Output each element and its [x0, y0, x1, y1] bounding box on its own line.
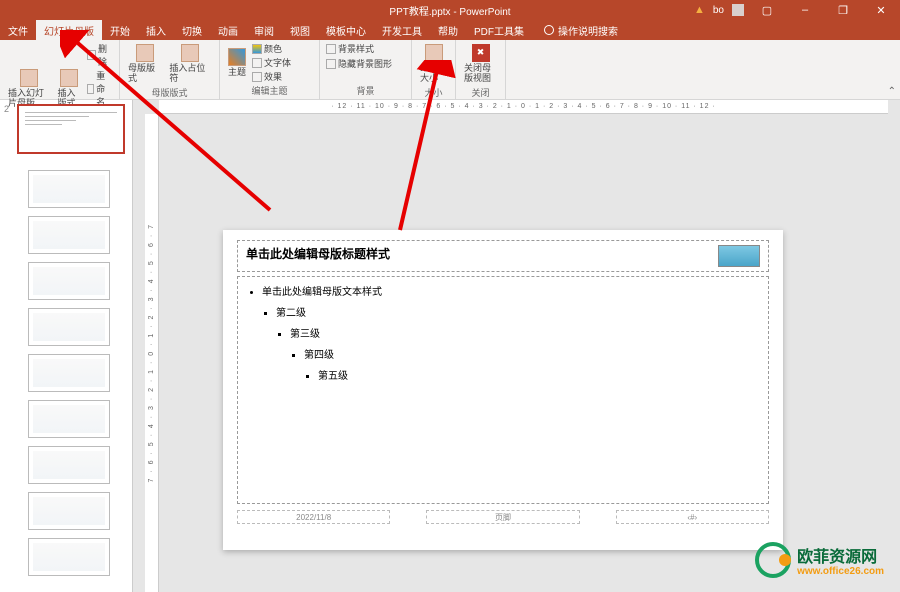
fonts-button[interactable]: 文字体: [252, 56, 291, 69]
colors-button[interactable]: 颜色: [252, 42, 291, 55]
body-level-1: 单击此处编辑母版文本样式: [262, 283, 758, 298]
slide-editor[interactable]: · 12 · 11 · 10 · 9 · 8 · 7 · 6 · 5 · 4 ·…: [133, 100, 900, 592]
tab-review[interactable]: 审阅: [246, 20, 282, 40]
rename-button[interactable]: 重命名: [87, 69, 113, 108]
effects-button[interactable]: 效果: [252, 70, 291, 83]
group-master-layout: 母版版式 插入占位符 母版版式: [120, 40, 220, 99]
bulb-icon: [544, 25, 554, 35]
master-thumbnail-selected[interactable]: [17, 104, 125, 154]
warning-icon[interactable]: ▲: [694, 4, 705, 16]
slide-size-button[interactable]: 幻灯片大小: [418, 42, 449, 86]
footer-placeholder[interactable]: 页脚: [426, 510, 579, 524]
layout-thumbnail[interactable]: [28, 308, 110, 346]
layout-thumbnail[interactable]: [28, 354, 110, 392]
restore-button[interactable]: ❐: [828, 0, 858, 20]
layout-thumbnail[interactable]: [28, 492, 110, 530]
group-label-close: 关闭: [462, 86, 499, 99]
layout-thumbnail[interactable]: [28, 446, 110, 484]
ribbon-tabs: 文件 幻灯片母版 开始 插入 切换 动画 审阅 视图 模板中心 开发工具 帮助 …: [0, 20, 900, 40]
slide-number-placeholder[interactable]: ‹#›: [616, 510, 769, 524]
themes-button[interactable]: 主题: [226, 42, 248, 84]
master-layout-button[interactable]: 母版版式: [126, 42, 163, 86]
group-close: ✖关闭母版视图 关闭: [456, 40, 506, 99]
group-background: 背景样式 隐藏背景图形 背景: [320, 40, 412, 99]
body-placeholder[interactable]: 单击此处编辑母版文本样式 第二级 第三级 第四级 第五级: [237, 276, 769, 504]
tab-developer[interactable]: 开发工具: [374, 20, 430, 40]
group-label-master-layout: 母版版式: [126, 86, 213, 99]
watermark-logo-icon: [755, 542, 791, 578]
watermark-name: 欧菲资源网: [797, 549, 877, 566]
ribbon-display-icon[interactable]: ▢: [752, 0, 782, 20]
tab-pdf-tools[interactable]: PDF工具集: [466, 20, 532, 40]
insert-placeholder-button[interactable]: 插入占位符: [167, 42, 213, 86]
group-edit-master: 插入幻灯片母版 插入版式 删除 重命名 保留 编辑母版: [0, 40, 120, 99]
group-edit-theme: 主题 颜色 文字体 效果 编辑主题: [220, 40, 320, 99]
tab-home[interactable]: 开始: [102, 20, 138, 40]
group-label-background: 背景: [326, 84, 405, 97]
collapse-ribbon-icon[interactable]: ⌃: [888, 86, 896, 97]
vertical-ruler: 7 · 6 · 5 · 4 · 3 · 2 · 1 · 0 · 1 · 2 · …: [145, 114, 159, 592]
layout-thumbnail[interactable]: [28, 538, 110, 576]
group-size: 幻灯片大小 大小: [412, 40, 456, 99]
date-placeholder[interactable]: 2022/11/8: [237, 510, 390, 524]
tab-slide-master[interactable]: 幻灯片母版: [36, 20, 102, 40]
close-master-view-button[interactable]: ✖关闭母版视图: [462, 42, 499, 86]
close-button[interactable]: ✕: [866, 0, 896, 20]
layout-thumbnail[interactable]: [28, 216, 110, 254]
titlebar-right: ▲ bo ▢ – ❐ ✕: [694, 0, 900, 20]
tab-help[interactable]: 帮助: [430, 20, 466, 40]
layout-thumbnail[interactable]: [28, 170, 110, 208]
tab-file[interactable]: 文件: [0, 20, 36, 40]
footer-placeholders: 2022/11/8 页脚 ‹#›: [237, 510, 769, 524]
watermark: 欧菲资源网 www.office26.com: [755, 542, 884, 578]
group-label-size: 大小: [418, 86, 449, 99]
picture-placeholder-icon[interactable]: [718, 245, 760, 267]
body-level-4: 第四级: [304, 346, 758, 361]
body-level-2: 第二级: [276, 304, 758, 319]
tab-insert[interactable]: 插入: [138, 20, 174, 40]
tell-me-search[interactable]: 操作说明搜索: [544, 23, 618, 38]
bg-styles-button[interactable]: 背景样式: [326, 42, 405, 55]
horizontal-ruler: · 12 · 11 · 10 · 9 · 8 · 7 · 6 · 5 · 4 ·…: [159, 100, 888, 114]
user-avatar[interactable]: [732, 4, 744, 16]
slide-canvas[interactable]: 单击此处编辑母版标题样式 单击此处编辑母版文本样式 第二级 第三级 第四级 第五…: [223, 230, 783, 550]
group-label-edit-theme: 编辑主题: [226, 84, 313, 97]
body-level-3: 第三级: [290, 325, 758, 340]
window-title: PPT教程.pptx - PowerPoint: [389, 3, 510, 18]
layout-thumbnail[interactable]: [28, 262, 110, 300]
tab-animations[interactable]: 动画: [210, 20, 246, 40]
body-level-5: 第五级: [318, 367, 758, 382]
layout-thumbnail[interactable]: [28, 400, 110, 438]
title-placeholder[interactable]: 单击此处编辑母版标题样式: [237, 240, 769, 272]
tab-view[interactable]: 视图: [282, 20, 318, 40]
delete-button[interactable]: 删除: [87, 42, 113, 68]
title-placeholder-text: 单击此处编辑母版标题样式: [246, 245, 390, 262]
thumbnail-panel[interactable]: 2: [0, 100, 133, 592]
user-name[interactable]: bo: [713, 5, 724, 16]
tell-me-label: 操作说明搜索: [558, 23, 618, 38]
minimize-button[interactable]: –: [790, 0, 820, 20]
watermark-url: www.office26.com: [797, 567, 884, 577]
workarea: 2 · 12 · 11 · 10 · 9 · 8 · 7 · 6 · 5 · 4…: [0, 100, 900, 592]
tab-templates[interactable]: 模板中心: [318, 20, 374, 40]
titlebar: PPT教程.pptx - PowerPoint ▲ bo ▢ – ❐ ✕: [0, 0, 900, 20]
hide-bg-checkbox[interactable]: 隐藏背景图形: [326, 57, 405, 70]
tab-transitions[interactable]: 切换: [174, 20, 210, 40]
ribbon: 插入幻灯片母版 插入版式 删除 重命名 保留 编辑母版 母版版式 插入占位符 母…: [0, 40, 900, 100]
